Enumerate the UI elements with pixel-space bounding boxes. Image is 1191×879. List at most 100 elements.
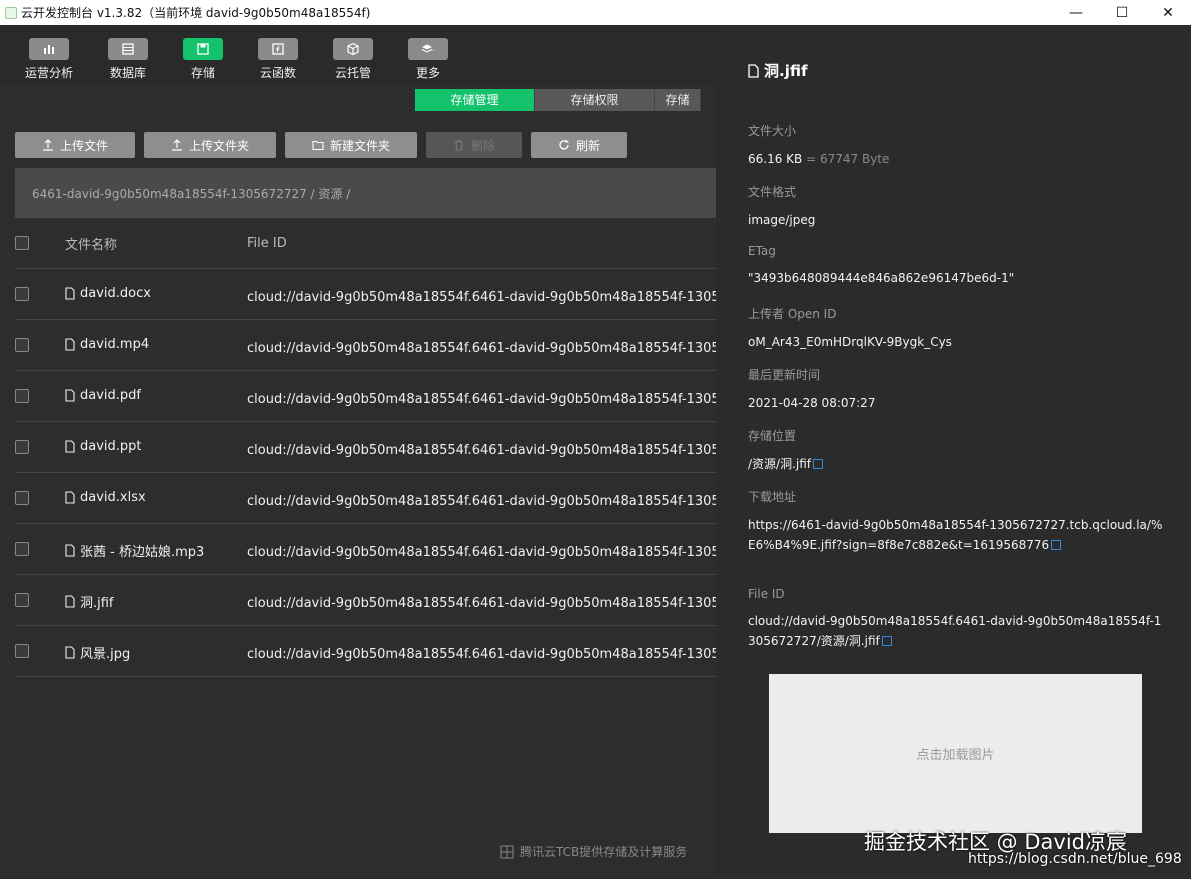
location-value: /资源/洞.jfif bbox=[748, 457, 812, 471]
new-folder-button[interactable]: 新建文件夹 bbox=[285, 132, 417, 158]
field-label: 上传者 Open ID bbox=[748, 307, 837, 321]
breadcrumb[interactable]: 6461-david-9g0b50m48a18554f-1305672727 /… bbox=[15, 168, 716, 218]
upload-file-button[interactable]: 上传文件 bbox=[15, 132, 135, 158]
row-checkbox[interactable] bbox=[15, 542, 29, 556]
file-table-body: david.docx cloud://david-9g0b50m48a18554… bbox=[15, 269, 716, 677]
field-label: File ID bbox=[748, 587, 785, 601]
tool-functions[interactable]: 云函数 bbox=[248, 38, 308, 81]
file-name[interactable]: david.xlsx bbox=[65, 490, 146, 505]
app-icon bbox=[5, 6, 17, 19]
file-detail-panel: 洞.jfif 文件大小 66.16 KB = 67747 Byte 文件格式 i… bbox=[716, 25, 1191, 879]
file-id: cloud://david-9g0b50m48a18554f.6461-davi… bbox=[247, 647, 716, 662]
tool-label: 更多 bbox=[415, 66, 440, 80]
file-icon bbox=[748, 63, 759, 78]
title-bar: 云开发控制台 v1.3.82（当前环境 david-9g0b50m48a1855… bbox=[0, 0, 1191, 25]
folder-plus-icon bbox=[312, 140, 324, 151]
cube-icon bbox=[333, 38, 373, 60]
window-controls: — ☐ ✕ bbox=[1053, 0, 1191, 25]
row-checkbox[interactable] bbox=[15, 491, 29, 505]
tool-hosting[interactable]: 云托管 bbox=[323, 38, 383, 81]
detail-title-text: 洞.jfif bbox=[764, 62, 808, 80]
table-row[interactable]: david.mp4 cloud://david-9g0b50m48a18554f… bbox=[15, 320, 716, 371]
file-id: cloud://david-9g0b50m48a18554f.6461-davi… bbox=[247, 545, 716, 560]
file-name[interactable]: david.docx bbox=[65, 286, 151, 301]
file-name-text: david.docx bbox=[80, 286, 151, 301]
field-value: 66.16 KB = 67747 Byte bbox=[748, 149, 1168, 169]
refresh-button[interactable]: 刷新 bbox=[531, 132, 627, 158]
footer-text: 腾讯云TCB提供存储及计算服务 bbox=[520, 845, 688, 859]
upload-file-label: 上传文件 bbox=[59, 138, 108, 153]
field-label: 文件大小 bbox=[748, 124, 797, 138]
file-name[interactable]: david.pdf bbox=[65, 388, 141, 403]
field-file-format: 文件格式 image/jpeg bbox=[748, 183, 1168, 230]
table-header: 文件名称 File ID bbox=[15, 218, 716, 269]
delete-label: 删除 bbox=[470, 138, 495, 153]
file-name[interactable]: david.mp4 bbox=[65, 337, 149, 352]
table-row[interactable]: 洞.jfif cloud://david-9g0b50m48a18554f.64… bbox=[15, 575, 716, 626]
file-icon bbox=[65, 491, 75, 504]
upload-folder-button[interactable]: 上传文件夹 bbox=[144, 132, 276, 158]
layers-icon bbox=[408, 38, 448, 60]
tool-more[interactable]: 更多 bbox=[398, 38, 458, 81]
function-icon bbox=[258, 38, 298, 60]
field-value: "3493b648089444e846a862e96147be6d-1" bbox=[748, 271, 1015, 285]
table-row[interactable]: 张茜 - 桥边姑娘.mp3 cloud://david-9g0b50m48a18… bbox=[15, 524, 716, 575]
download-url-value[interactable]: https://6461-david-9g0b50m48a18554f-1305… bbox=[748, 518, 1162, 552]
copy-icon[interactable] bbox=[813, 459, 824, 469]
field-value: cloud://david-9g0b50m48a18554f.6461-davi… bbox=[748, 611, 1168, 651]
copy-icon[interactable] bbox=[1051, 540, 1062, 550]
tool-database[interactable]: 数据库 bbox=[98, 38, 158, 81]
field-value: oM_Ar43_E0mHDrqlKV-9Bygk_Cys bbox=[748, 335, 952, 349]
minimize-button[interactable]: — bbox=[1053, 0, 1099, 25]
upload-icon bbox=[171, 139, 182, 151]
row-checkbox[interactable] bbox=[15, 389, 29, 403]
file-icon bbox=[65, 389, 75, 402]
file-name[interactable]: 张茜 - 桥边姑娘.mp3 bbox=[65, 541, 204, 560]
row-checkbox[interactable] bbox=[15, 644, 29, 658]
row-checkbox[interactable] bbox=[15, 440, 29, 454]
file-name[interactable]: 洞.jfif bbox=[65, 592, 114, 611]
maximize-button[interactable]: ☐ bbox=[1099, 0, 1145, 25]
refresh-icon bbox=[559, 140, 569, 150]
upload-icon bbox=[42, 139, 53, 151]
select-all-checkbox[interactable] bbox=[15, 236, 29, 250]
delete-button[interactable]: 删除 bbox=[426, 132, 522, 158]
file-id: cloud://david-9g0b50m48a18554f.6461-davi… bbox=[247, 596, 716, 611]
footer: 腾讯云TCB提供存储及计算服务 bbox=[500, 843, 687, 860]
row-checkbox[interactable] bbox=[15, 338, 29, 352]
detail-title: 洞.jfif bbox=[748, 60, 807, 81]
table-row[interactable]: david.ppt cloud://david-9g0b50m48a18554f… bbox=[15, 422, 716, 473]
close-button[interactable]: ✕ bbox=[1145, 0, 1191, 25]
table-row[interactable]: david.xlsx cloud://david-9g0b50m48a18554… bbox=[15, 473, 716, 524]
trash-icon bbox=[454, 139, 463, 151]
table-row[interactable]: 风景.jpg cloud://david-9g0b50m48a18554f.64… bbox=[15, 626, 716, 677]
tool-label: 存储 bbox=[190, 66, 215, 80]
main-toolbar: 运营分析 数据库 存储 云函数 云托管 更多 bbox=[0, 25, 716, 85]
field-label: 下载地址 bbox=[748, 490, 797, 504]
file-id: cloud://david-9g0b50m48a18554f.6461-davi… bbox=[247, 443, 716, 458]
file-icon bbox=[65, 544, 75, 557]
row-checkbox[interactable] bbox=[15, 593, 29, 607]
file-icon bbox=[65, 646, 75, 659]
table-row[interactable]: david.docx cloud://david-9g0b50m48a18554… bbox=[15, 269, 716, 320]
tab-storage-permission[interactable]: 存储权限 bbox=[535, 89, 655, 111]
field-label: 文件格式 bbox=[748, 185, 797, 199]
database-icon bbox=[108, 38, 148, 60]
file-id: cloud://david-9g0b50m48a18554f.6461-davi… bbox=[247, 290, 716, 305]
file-icon bbox=[65, 440, 75, 453]
table-row[interactable]: david.pdf cloud://david-9g0b50m48a18554f… bbox=[15, 371, 716, 422]
size-value: 66.16 KB bbox=[748, 152, 803, 166]
tool-analytics[interactable]: 运营分析 bbox=[19, 38, 79, 81]
file-name-text: 风景.jpg bbox=[80, 647, 131, 662]
copy-icon[interactable] bbox=[881, 636, 892, 646]
row-checkbox[interactable] bbox=[15, 287, 29, 301]
tab-storage-more[interactable]: 存储 bbox=[655, 89, 701, 111]
file-id: cloud://david-9g0b50m48a18554f.6461-davi… bbox=[247, 392, 716, 407]
upload-folder-label: 上传文件夹 bbox=[188, 138, 249, 153]
file-id-value: cloud://david-9g0b50m48a18554f.6461-davi… bbox=[748, 614, 1162, 648]
file-name[interactable]: david.ppt bbox=[65, 439, 142, 454]
image-preview[interactable]: 点击加载图片 bbox=[769, 674, 1142, 833]
file-name[interactable]: 风景.jpg bbox=[65, 643, 130, 662]
tool-storage[interactable]: 存储 bbox=[173, 38, 233, 81]
tab-storage-manage[interactable]: 存储管理 bbox=[415, 89, 535, 111]
